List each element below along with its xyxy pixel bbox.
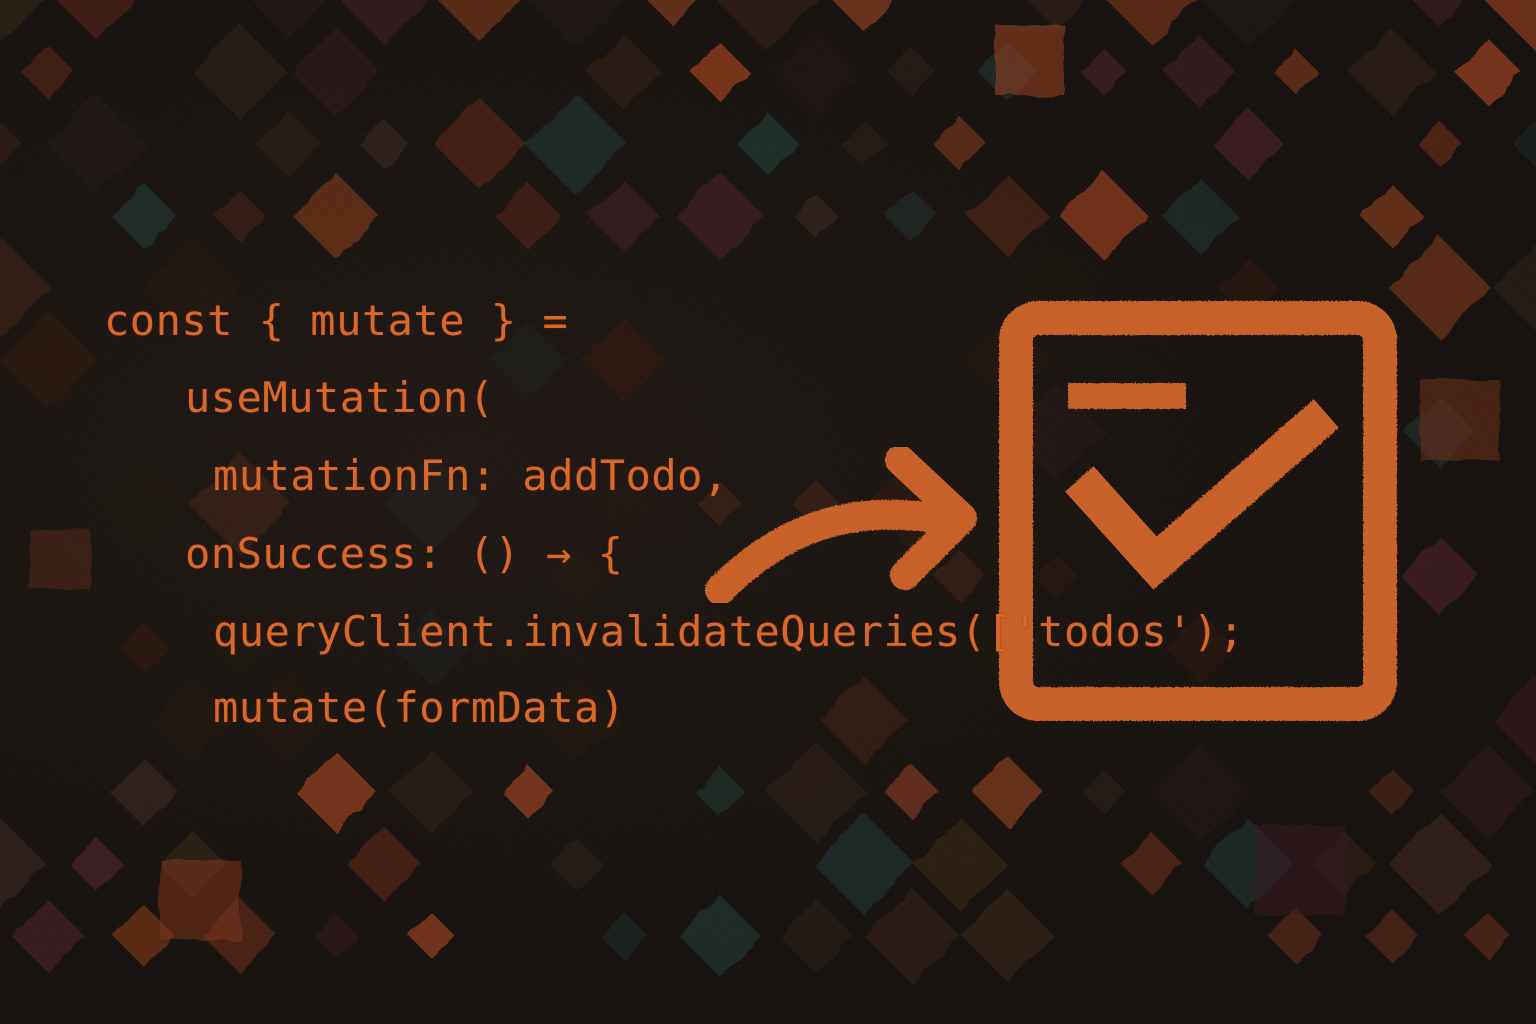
code-line: mutate(formData)	[213, 683, 626, 732]
code-snippet: const { mutate } = useMutation( mutation…	[0, 0, 1536, 1024]
code-line: onSuccess: () → {	[185, 529, 624, 578]
code-line: const { mutate } =	[104, 296, 569, 345]
code-line: useMutation(	[185, 373, 495, 422]
code-line: mutationFn: addTodo,	[213, 451, 729, 500]
code-line: queryClient.invalidateQueries(['todos');	[213, 607, 1245, 656]
artwork-canvas: const { mutate } = useMutation( mutation…	[0, 0, 1536, 1024]
